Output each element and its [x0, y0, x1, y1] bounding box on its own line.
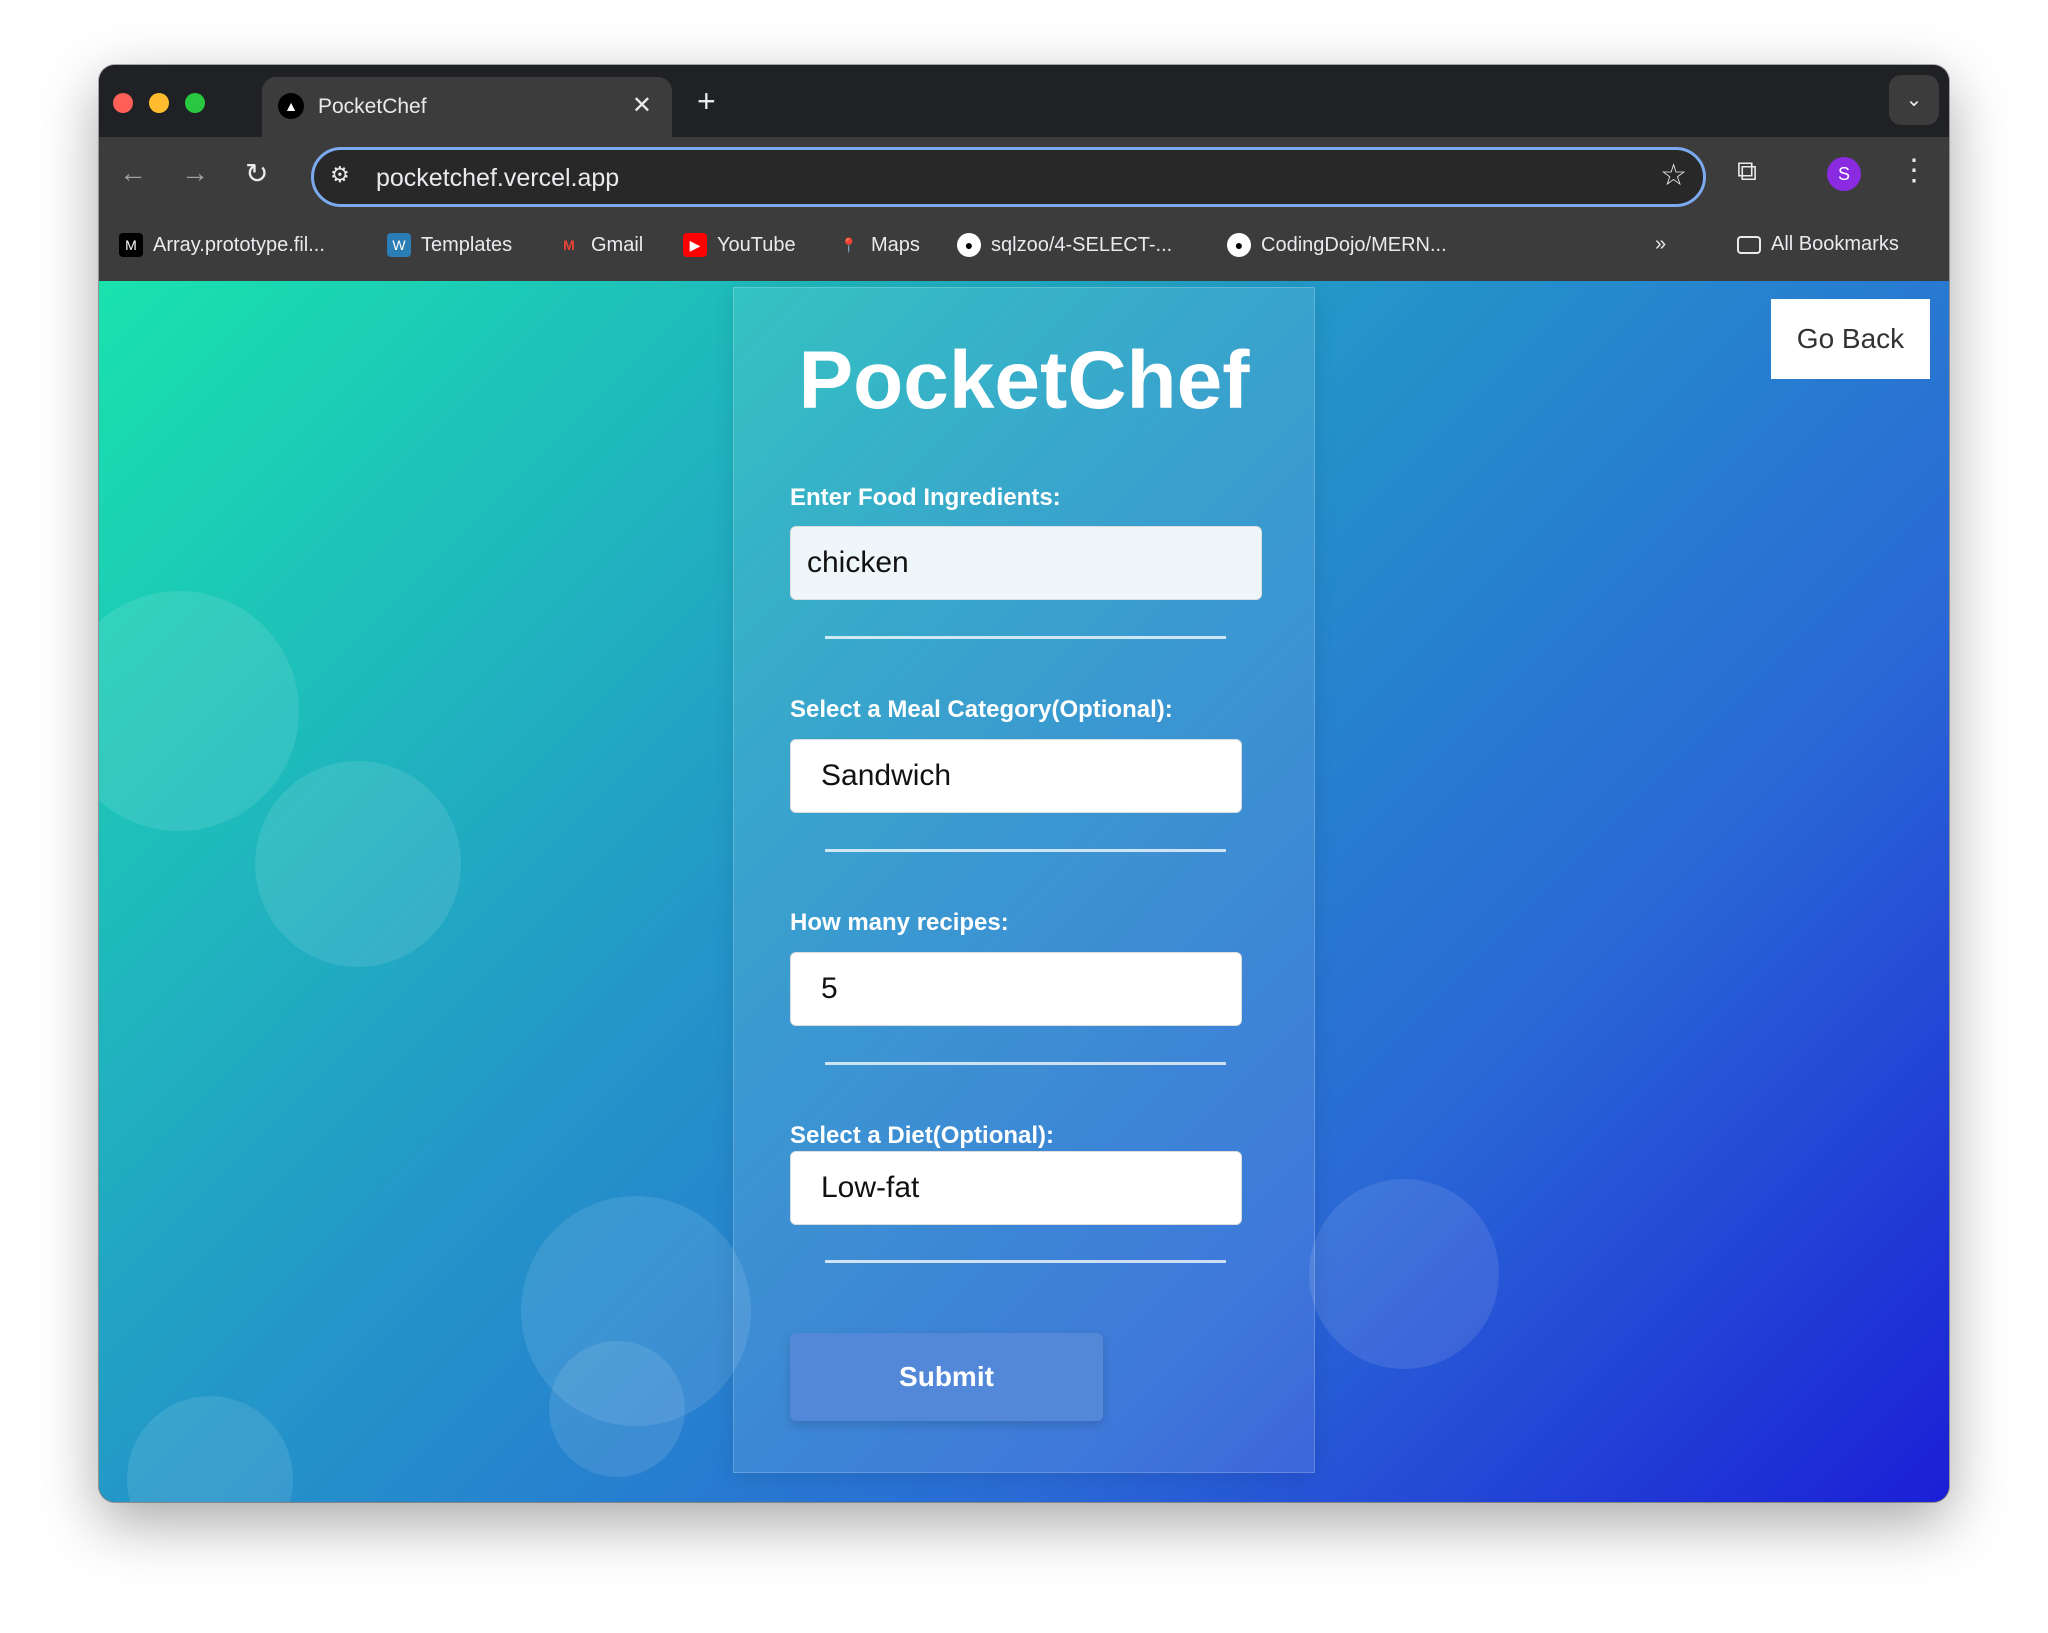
maximize-window-button[interactable] [185, 93, 205, 113]
tab-bar: ▲ PocketChef ✕ + ⌄ [99, 65, 1949, 139]
category-label: Select a Meal Category(Optional): [790, 696, 1173, 723]
recipe-count-input[interactable] [790, 952, 1242, 1026]
recipe-form-card: PocketChef Enter Food Ingredients: Selec… [733, 287, 1315, 1473]
recipe-count-label: How many recipes: [790, 909, 1009, 936]
bookmark-item[interactable]: M Gmail [557, 233, 643, 257]
bookmarks-bar: M Array.prototype.fil... W Templates M Gmai… [99, 213, 1949, 281]
close-tab-icon[interactable]: ✕ [632, 91, 652, 120]
close-window-button[interactable] [113, 93, 133, 113]
gmail-icon: M [563, 237, 575, 253]
decorative-circle [1309, 1179, 1499, 1369]
site-settings-icon[interactable]: ⚙ [330, 162, 350, 188]
maps-icon: 📍 [840, 237, 858, 253]
tab-pocketchef[interactable]: ▲ PocketChef ✕ [262, 77, 672, 139]
reload-icon[interactable]: ↻ [245, 157, 268, 190]
bookmark-item[interactable]: ● sqlzoo/4-SELECT-... [957, 233, 1172, 257]
bookmark-item[interactable]: 📍 Maps [837, 233, 920, 257]
wordpress-icon: W [387, 233, 411, 257]
divider [825, 636, 1226, 639]
new-tab-icon[interactable]: + [697, 83, 716, 120]
folder-icon [1737, 235, 1761, 254]
profile-avatar[interactable]: S [1827, 157, 1861, 191]
forward-icon[interactable]: → [181, 157, 209, 189]
bookmark-item[interactable]: ▶ YouTube [683, 233, 796, 257]
decorative-circle [127, 1396, 293, 1502]
toolbar: ← → ↻ ⚙ pocketchef.vercel.app ☆ ⧉ S ⋮ [99, 137, 1949, 213]
diet-select[interactable] [790, 1151, 1242, 1225]
more-bookmarks-icon[interactable]: » [1655, 233, 1666, 256]
back-icon[interactable]: ← [119, 157, 147, 189]
github-icon: ● [957, 233, 981, 257]
youtube-icon: ▶ [683, 233, 707, 257]
ingredients-input[interactable] [790, 526, 1262, 600]
submit-button[interactable]: Submit [790, 1333, 1103, 1421]
github-icon: ● [1227, 233, 1251, 257]
decorative-circle [549, 1341, 685, 1477]
mdn-icon: M [119, 233, 143, 257]
page-title: PocketChef [798, 335, 1250, 426]
page-content: PocketChef Enter Food Ingredients: Selec… [99, 281, 1949, 1502]
divider [825, 1260, 1226, 1263]
bookmark-item[interactable]: W Templates [387, 233, 512, 257]
divider [825, 849, 1226, 852]
ingredients-label: Enter Food Ingredients: [790, 484, 1061, 511]
extensions-icon[interactable]: ⧉ [1737, 155, 1757, 188]
decorative-circle [255, 761, 461, 967]
vercel-icon: ▲ [278, 93, 304, 119]
url-text[interactable]: pocketchef.vercel.app [376, 164, 619, 193]
decorative-circle [99, 591, 299, 831]
go-back-button[interactable]: Go Back [1771, 299, 1930, 379]
all-bookmarks[interactable]: All Bookmarks [1737, 233, 1899, 256]
category-select[interactable] [790, 739, 1242, 813]
more-menu-icon[interactable]: ⋮ [1899, 153, 1929, 188]
bookmark-item[interactable]: M Array.prototype.fil... [119, 233, 325, 257]
bookmark-star-icon[interactable]: ☆ [1660, 158, 1687, 193]
diet-label: Select a Diet(Optional): [790, 1122, 1055, 1149]
tab-search-chevron-icon[interactable]: ⌄ [1889, 75, 1939, 125]
bookmark-item[interactable]: ● CodingDojo/MERN... [1227, 233, 1447, 257]
browser-window: ▲ PocketChef ✕ + ⌄ ← → ↻ ⚙ pocketchef.ve… [99, 65, 1949, 1502]
tab-title: PocketChef [318, 95, 427, 118]
divider [825, 1062, 1226, 1065]
minimize-window-button[interactable] [149, 93, 169, 113]
address-bar[interactable]: ⚙ pocketchef.vercel.app ☆ [311, 147, 1706, 207]
